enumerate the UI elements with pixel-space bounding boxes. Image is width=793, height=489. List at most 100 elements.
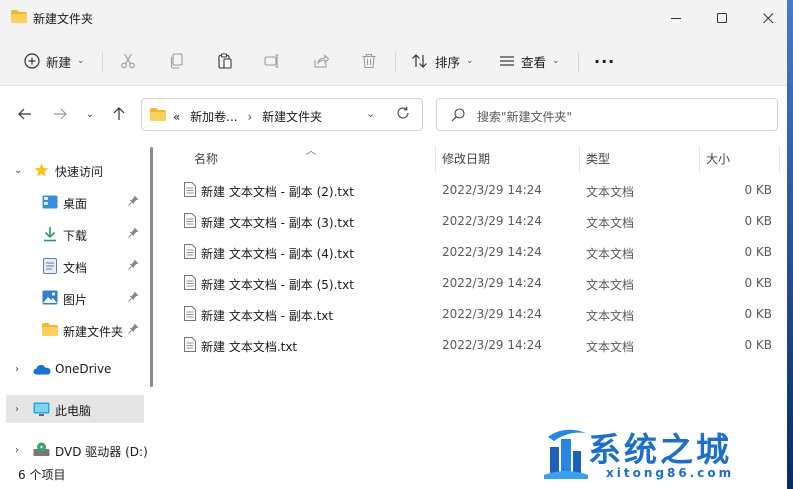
minimize-button[interactable] <box>653 0 699 36</box>
file-name: 新建 文本文档 - 副本 (3).txt <box>201 216 354 230</box>
chevron-down-icon[interactable]: ⌄ <box>14 165 22 176</box>
cloud-icon <box>33 364 51 378</box>
navigation-bar: ⌄ « 新加卷... › 新建文件夹 ⌄ 搜索"新建文件夹" <box>0 86 793 142</box>
chevron-down-icon: ⌄ <box>85 108 95 120</box>
sidebar-item-pictures[interactable]: 图片 <box>0 284 145 312</box>
file-name: 新建 文本文档 - 副本 (2).txt <box>201 185 354 199</box>
text-file-icon <box>184 337 196 355</box>
sidebar-item-dvd-drive[interactable]: › DVD 驱动器 (D:) <box>0 436 148 464</box>
document-icon <box>43 258 57 277</box>
chevron-right-icon[interactable]: › <box>15 404 19 415</box>
recent-locations-button[interactable]: ⌄ <box>80 104 100 124</box>
breadcrumb-separator[interactable]: › <box>247 110 252 124</box>
file-size: 0 KB <box>744 276 772 290</box>
sidebar-item-label: OneDrive <box>55 362 112 376</box>
column-header-date[interactable]: 修改日期 <box>442 150 490 167</box>
sidebar-item-new-folder[interactable]: 新建文件夹 <box>0 316 145 344</box>
refresh-icon[interactable] <box>396 106 410 123</box>
chevron-down-icon: ⌄ <box>466 56 474 66</box>
watermark-logo-icon <box>542 423 590 486</box>
table-row[interactable]: 新建 文本文档 - 副本 (4).txt 2022/3/29 14:24 文本文… <box>160 237 793 268</box>
table-row[interactable]: 新建 文本文档 - 副本 (3).txt 2022/3/29 14:24 文本文… <box>160 206 793 237</box>
folder-icon <box>42 323 58 339</box>
sidebar-item-quick-access[interactable]: ⌄ 快速访问 <box>0 156 145 184</box>
command-bar: 新建 ⌄ 排序 ⌄ 查看 ⌄ ··· <box>0 36 793 86</box>
file-type: 文本文档 <box>586 247 635 261</box>
file-size: 0 KB <box>744 307 772 321</box>
breadcrumb-item[interactable]: 新加卷... <box>190 110 237 124</box>
new-button[interactable]: 新建 ⌄ <box>24 48 85 74</box>
sidebar-item-label: 桌面 <box>63 197 88 211</box>
sidebar-item-this-pc[interactable]: › 此电脑 <box>6 395 144 423</box>
text-file-icon <box>184 213 196 231</box>
sidebar-item-label: 文档 <box>63 261 88 275</box>
pin-icon[interactable] <box>128 291 139 305</box>
column-header-type[interactable]: 类型 <box>586 150 610 167</box>
desktop-icon <box>42 195 58 212</box>
sort-button[interactable]: 排序 ⌄ <box>411 48 474 74</box>
share-button[interactable] <box>313 48 329 74</box>
more-options-button[interactable]: ··· <box>594 48 615 74</box>
back-button[interactable] <box>15 104 35 124</box>
file-date: 2022/3/29 14:24 <box>442 307 542 321</box>
file-size: 0 KB <box>744 338 772 352</box>
pin-icon[interactable] <box>128 227 139 241</box>
sort-button-label: 排序 <box>435 54 461 70</box>
copy-icon <box>169 53 185 69</box>
breadcrumb-overflow[interactable]: « <box>173 110 180 124</box>
table-row[interactable]: 新建 文本文档 - 副本 (5).txt 2022/3/29 14:24 文本文… <box>160 268 793 299</box>
rename-button[interactable] <box>264 48 280 74</box>
watermark: 系统之城 xitong86.com <box>528 419 793 489</box>
folder-icon <box>11 10 27 23</box>
sidebar-item-documents[interactable]: 文档 <box>0 252 145 280</box>
sidebar-item-downloads[interactable]: 下载 <box>0 220 145 248</box>
view-button[interactable]: 查看 ⌄ <box>499 48 560 74</box>
pin-icon[interactable] <box>128 323 139 337</box>
sidebar-item-desktop[interactable]: 桌面 <box>0 188 145 216</box>
close-button[interactable] <box>745 0 791 36</box>
table-row[interactable]: 新建 文本文档 - 副本 (2).txt 2022/3/29 14:24 文本文… <box>160 175 793 206</box>
chevron-right-icon[interactable]: › <box>15 364 19 375</box>
column-divider[interactable] <box>435 146 436 172</box>
table-row[interactable]: 新建 文本文档.txt 2022/3/29 14:24 文本文档 0 KB <box>160 330 793 361</box>
watermark-title: 系统之城 <box>588 430 732 469</box>
pin-icon[interactable] <box>128 259 139 273</box>
sidebar-scrollbar[interactable] <box>150 147 153 387</box>
sidebar-item-label: 新建文件夹 <box>63 325 124 339</box>
breadcrumb-item-current[interactable]: 新建文件夹 <box>262 110 322 124</box>
copy-button[interactable] <box>169 48 185 74</box>
address-bar[interactable]: « 新加卷... › 新建文件夹 ⌄ <box>141 98 423 131</box>
address-history-dropdown[interactable]: ⌄ <box>366 107 375 120</box>
paste-button[interactable] <box>217 48 233 74</box>
breadcrumb: « 新加卷... › 新建文件夹 <box>173 108 322 125</box>
file-name: 新建 文本文档 - 副本 (5).txt <box>201 278 354 292</box>
maximize-button[interactable] <box>699 0 745 36</box>
chevron-down-icon: ⌄ <box>552 56 560 66</box>
table-row[interactable]: 新建 文本文档 - 副本.txt 2022/3/29 14:24 文本文档 0 … <box>160 299 793 330</box>
search-placeholder: 搜索"新建文件夹" <box>477 110 573 124</box>
cut-button[interactable] <box>120 48 136 74</box>
delete-button[interactable] <box>361 48 377 74</box>
search-box[interactable]: 搜索"新建文件夹" <box>436 98 778 131</box>
window-title: 新建文件夹 <box>33 12 94 26</box>
download-icon <box>42 226 58 245</box>
forward-button[interactable] <box>50 104 70 124</box>
file-date: 2022/3/29 14:24 <box>442 338 542 352</box>
list-view-icon <box>499 53 515 69</box>
pin-icon[interactable] <box>128 195 139 209</box>
file-size: 0 KB <box>744 183 772 197</box>
column-divider[interactable] <box>699 146 700 172</box>
column-divider[interactable] <box>579 146 580 172</box>
column-divider[interactable] <box>779 146 780 172</box>
file-size: 0 KB <box>744 245 772 259</box>
column-header-size[interactable]: 大小 <box>706 150 730 167</box>
file-explorer-window: 新建文件夹 新建 ⌄ 排序 ⌄ 查看 ⌄ ··· ⌄ « 新加卷... › 新建… <box>0 0 793 489</box>
rename-icon <box>264 53 280 69</box>
chevron-right-icon[interactable]: › <box>15 445 19 456</box>
column-header-name[interactable]: 名称 <box>194 150 218 167</box>
file-name: 新建 文本文档 - 副本 (4).txt <box>201 247 354 261</box>
trash-icon <box>361 53 377 69</box>
sidebar-item-onedrive[interactable]: › OneDrive <box>0 355 145 383</box>
up-button[interactable] <box>109 104 129 124</box>
dvd-icon <box>33 442 50 460</box>
